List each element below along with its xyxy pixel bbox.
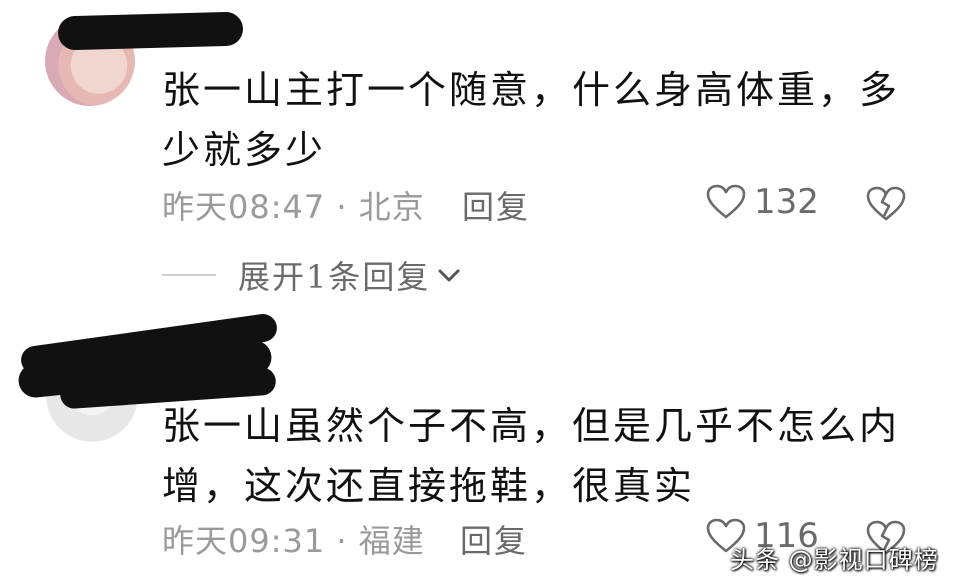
reply-button[interactable]: 回复	[460, 516, 528, 562]
like-count: 132	[754, 182, 819, 222]
expand-replies-button[interactable]: 展开1条回复	[162, 252, 462, 298]
comment-text-line: 张一山虽然个子不高，但是几乎不怎么内	[162, 404, 901, 448]
comment-text-line: 少就多少	[162, 128, 327, 172]
like-button[interactable]: 132	[706, 182, 819, 222]
reply-button[interactable]: 回复	[462, 182, 530, 228]
comment-meta: 昨天08:47 · 北京	[162, 188, 425, 226]
comment-text-line: 增，这次还直接拖鞋，很真实	[162, 464, 696, 508]
watermark: 头条 @影视口碑榜	[730, 546, 939, 574]
heart-outline-icon	[706, 184, 746, 219]
chevron-down-icon	[438, 269, 460, 282]
comment-meta: 昨天09:31 · 福建	[162, 522, 425, 560]
expand-replies-label: 展开1条回复	[238, 258, 431, 296]
comment-text: 张一山虽然个子不高，但是几乎不怎么内 增，这次还直接拖鞋，很真实	[162, 396, 922, 516]
comment-text: 张一山主打一个随意，什么身高体重，多 少就多少	[162, 60, 922, 180]
comment-text-line: 张一山主打一个随意，什么身高体重，多	[162, 68, 901, 112]
username-redaction	[57, 11, 244, 51]
comment-1: 张一山主打一个随意，什么身高体重，多 少就多少 昨天08:47 · 北京 回复 …	[0, 0, 960, 296]
broken-heart-icon[interactable]	[866, 186, 906, 222]
divider	[162, 274, 216, 276]
